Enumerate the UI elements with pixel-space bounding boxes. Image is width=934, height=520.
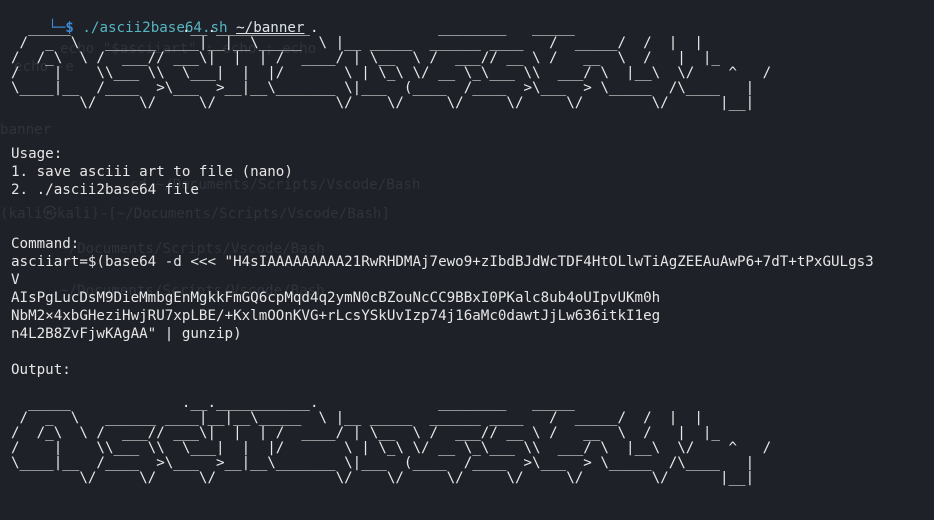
command-line-3: AIsPgLucDsM9DieMmbgEnMgkkFmGQ6cpMqd4q2ym… — [11, 290, 661, 306]
usage-heading: Usage: — [11, 146, 63, 162]
command-line-4: NbM2×4xbGHeziHwjRU7xpLBE/+KxlmOOnKVG+rLc… — [11, 308, 661, 324]
command-heading: Command: — [11, 236, 80, 252]
ascii-banner-bottom: _____ .__.___________. ________ _____ / … — [11, 395, 772, 486]
ghost-line: (kali㉿kali)-[~/Documents/Scripts/Vscode/… — [0, 206, 391, 222]
usage-step-1: 1. save asciii art to file (nano) — [11, 164, 293, 180]
command-block: Command: asciiart=$(base64 -d <<< "H4sIA… — [11, 235, 874, 343]
output-heading: Output: — [11, 362, 71, 378]
ghost-line: banner — [0, 122, 52, 138]
prompt-line: └─$ ./ascii2base64.sh ~/banner — [14, 1, 304, 36]
output-block: Output: — [11, 361, 71, 379]
command-line-5: n4L2B8ZvFjwKAgAA" | gunzip) — [11, 326, 242, 342]
command-line-2: V — [11, 272, 20, 288]
terminal-window[interactable]: echo "$asciiart" ; echo ; echo echo -e b… — [0, 0, 934, 520]
usage-step-2: 2. ./ascii2base64 file — [11, 182, 199, 198]
usage-block: Usage: 1. save asciii art to file (nano)… — [11, 145, 293, 199]
ascii-banner-top: _____ .__.___________. ________ _____ / … — [11, 20, 772, 111]
command-line-1: asciiart=$(base64 -d <<< "H4sIAAAAAAAAA2… — [11, 254, 874, 270]
